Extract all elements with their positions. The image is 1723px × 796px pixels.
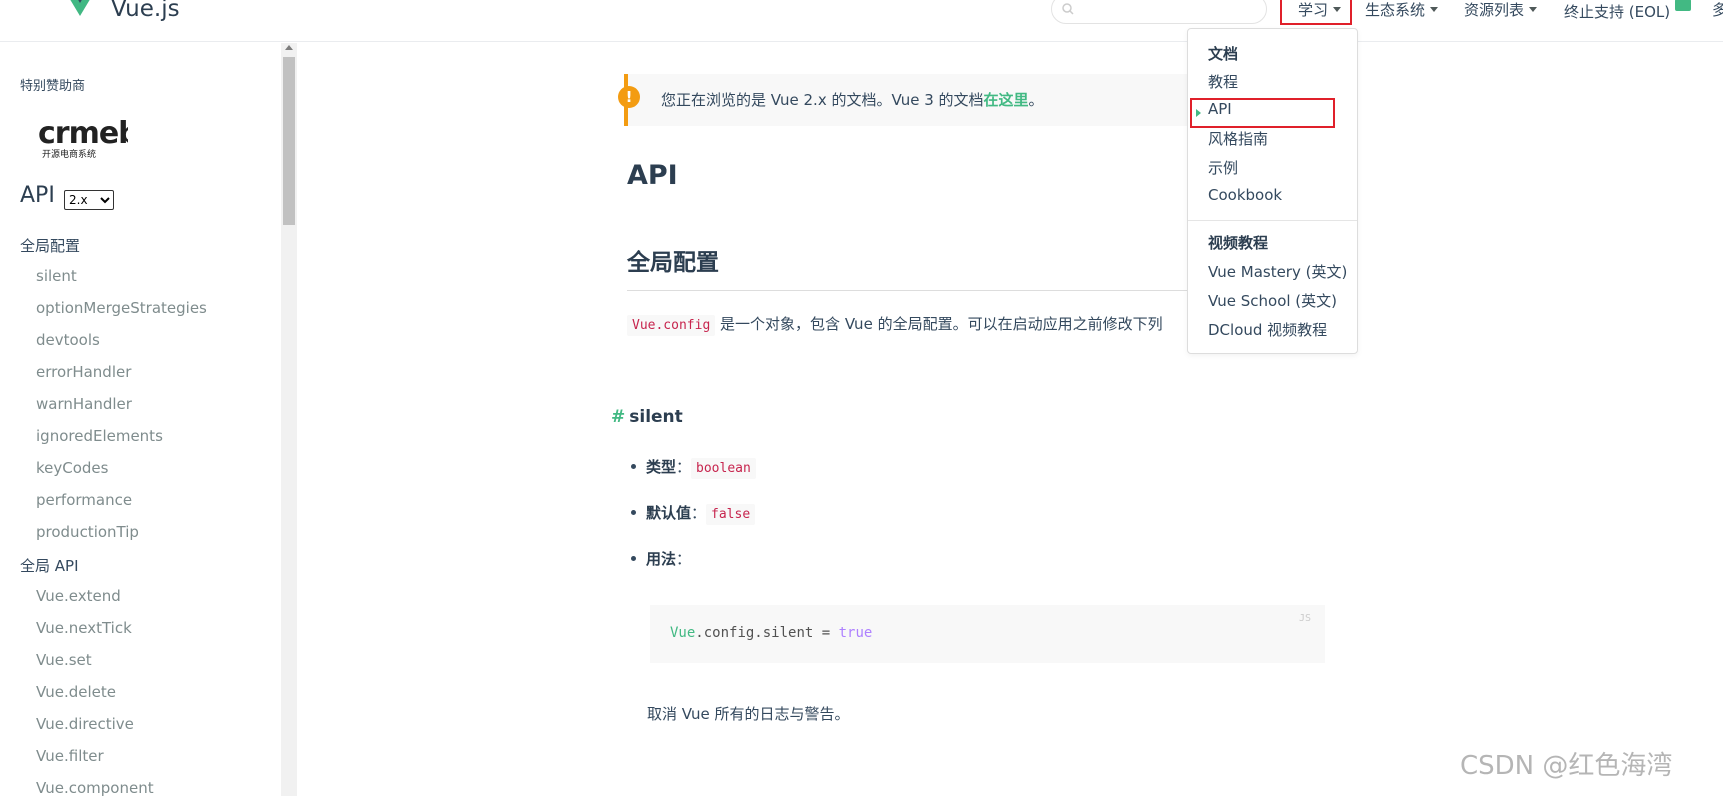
code-block: JS Vue.config.silent = true (650, 605, 1325, 663)
search-input[interactable] (1051, 0, 1267, 24)
learn-dropdown-menu: 文档 教程 API 风格指南 示例 Cookbook 视频教程 Vue Mast… (1187, 28, 1358, 354)
sidebar-item-vue-directive[interactable]: Vue.directive (36, 715, 134, 733)
warning-icon: ! (618, 86, 640, 108)
watermark: CSDN @红色海湾 (1460, 751, 1673, 781)
dropdown-section-video: 视频教程 (1208, 234, 1269, 252)
search-icon (1062, 3, 1074, 15)
type-colon: ： (676, 458, 692, 476)
sidebar-section-global-config[interactable]: 全局配置 (20, 235, 80, 256)
sidebar-item-vue-component[interactable]: Vue.component (36, 779, 154, 796)
sidebar: 特别赞助商 crmeb 开源电商系统 API 2.x 全局配置 silent o… (0, 43, 281, 796)
page-title: API (627, 160, 678, 191)
code-line: Vue.config.silent = true (670, 625, 872, 641)
usage-label: 用法 (646, 550, 677, 568)
nav-resources[interactable]: 资源列表 (1464, 0, 1538, 20)
usage-colon: ： (676, 550, 692, 568)
bullet-dot (631, 510, 636, 515)
sponsor-logo-text: crmeb (38, 116, 128, 151)
dropdown-item-cookbook[interactable]: Cookbook (1208, 186, 1282, 204)
dropdown-item-vue-school[interactable]: Vue School (英文) (1208, 290, 1337, 311)
highlight-box-api (1190, 98, 1335, 128)
sidebar-item-vue-nexttick[interactable]: Vue.nextTick (36, 619, 132, 637)
dropdown-item-vue-mastery[interactable]: Vue Mastery (英文) (1208, 261, 1347, 282)
silent-heading: # silent (611, 407, 683, 427)
sidebar-item-productiontip[interactable]: productionTip (36, 523, 139, 541)
code-token-val: true (838, 625, 873, 641)
sidebar-item-errorhandler[interactable]: errorHandler (36, 363, 131, 381)
nav-ecosystem[interactable]: 生态系统 (1365, 0, 1439, 20)
nav-resources-label: 资源列表 (1464, 1, 1525, 19)
sidebar-item-vue-delete[interactable]: Vue.delete (36, 683, 116, 701)
dropdown-section-docs: 文档 (1208, 45, 1239, 63)
config-description: Vue.config 是一个对象，包含 Vue 的全局配置。可以在启动应用之前修… (627, 313, 1163, 336)
notice-prefix: 您正在浏览的是 Vue 2.x 的文档。Vue 3 的文档 (661, 91, 984, 109)
bullet-dot (631, 464, 636, 469)
sponsor-logo[interactable]: crmeb 开源电商系统 (38, 113, 140, 163)
code-token-mid: .config.silent = (695, 625, 839, 641)
chevron-down-icon (1430, 7, 1439, 12)
nav-eol[interactable]: 终止支持 (EOL) (1564, 0, 1692, 22)
sidebar-item-vue-set[interactable]: Vue.set (36, 651, 92, 669)
dropdown-item-examples[interactable]: 示例 (1208, 157, 1238, 178)
top-header: Vue.js 学习 生态系统 资源列表 终止支持 (EOL) 多 (0, 0, 1723, 42)
dropdown-divider (1188, 220, 1357, 221)
bullet-dot (631, 556, 636, 561)
notice-link[interactable]: 在这里 (984, 91, 1029, 109)
vue-logo-icon[interactable] (62, 0, 98, 28)
sidebar-item-warnhandler[interactable]: warnHandler (36, 395, 132, 413)
type-label: 类型 (646, 458, 677, 476)
notice-text: 您正在浏览的是 Vue 2.x 的文档。Vue 3 的文档在这里。 (661, 89, 1044, 110)
sidebar-item-optionmergestrategies[interactable]: optionMergeStrategies (36, 299, 207, 317)
default-value: false (706, 504, 756, 525)
usage-description: 取消 Vue 所有的日志与警告。 (647, 705, 850, 723)
dropdown-item-dcloud[interactable]: DCloud 视频教程 (1208, 319, 1327, 340)
notice-suffix: 。 (1028, 91, 1044, 109)
sidebar-item-vue-extend[interactable]: Vue.extend (36, 587, 121, 605)
list-item-default: 默认值： false (631, 502, 756, 525)
highlight-box-nav (1280, 0, 1352, 25)
sidebar-item-vue-filter[interactable]: Vue.filter (36, 747, 104, 765)
scroll-up-icon[interactable] (285, 45, 293, 50)
sponsor-logo-subtext: 开源电商系统 (42, 148, 96, 159)
sidebar-item-keycodes[interactable]: keyCodes (36, 459, 108, 477)
type-value: boolean (691, 458, 756, 479)
silent-heading-text: silent (629, 407, 683, 427)
default-label: 默认值 (646, 504, 692, 522)
sidebar-title: API (20, 183, 55, 208)
sidebar-item-silent[interactable]: silent (36, 267, 77, 285)
config-desc-text: 是一个对象，包含 Vue 的全局配置。可以在启动应用之前修改下列 (715, 315, 1163, 333)
list-item-usage: 用法： (631, 548, 691, 569)
anchor-link[interactable]: # (611, 407, 625, 427)
scrollbar-thumb[interactable] (283, 57, 295, 225)
brand-name[interactable]: Vue.js (111, 0, 180, 22)
sidebar-item-performance[interactable]: performance (36, 491, 132, 509)
dropdown-item-tutorial[interactable]: 教程 (1208, 71, 1238, 92)
chevron-down-icon (1529, 7, 1538, 12)
sidebar-section-global-api[interactable]: 全局 API (20, 555, 79, 576)
version-select[interactable]: 2.x (64, 190, 114, 210)
code-token-obj: Vue (670, 625, 696, 641)
sponsor-label: 特别赞助商 (20, 79, 86, 94)
nav-more[interactable]: 多 (1712, 0, 1723, 20)
list-item-type: 类型： boolean (631, 456, 756, 479)
sidebar-item-devtools[interactable]: devtools (36, 331, 100, 349)
default-colon: ： (691, 504, 707, 522)
nav-ecosystem-label: 生态系统 (1365, 1, 1426, 19)
config-code: Vue.config (627, 315, 716, 336)
sidebar-item-ignoredelements[interactable]: ignoredElements (36, 427, 163, 445)
dropdown-item-style-guide[interactable]: 风格指南 (1208, 128, 1268, 149)
nav-eol-label: 终止支持 (EOL) (1564, 3, 1671, 21)
sidebar-scrollbar[interactable] (281, 43, 297, 796)
section-title: 全局配置 (627, 250, 719, 276)
code-lang-label: JS (1298, 613, 1311, 624)
eol-badge-icon (1675, 0, 1692, 11)
